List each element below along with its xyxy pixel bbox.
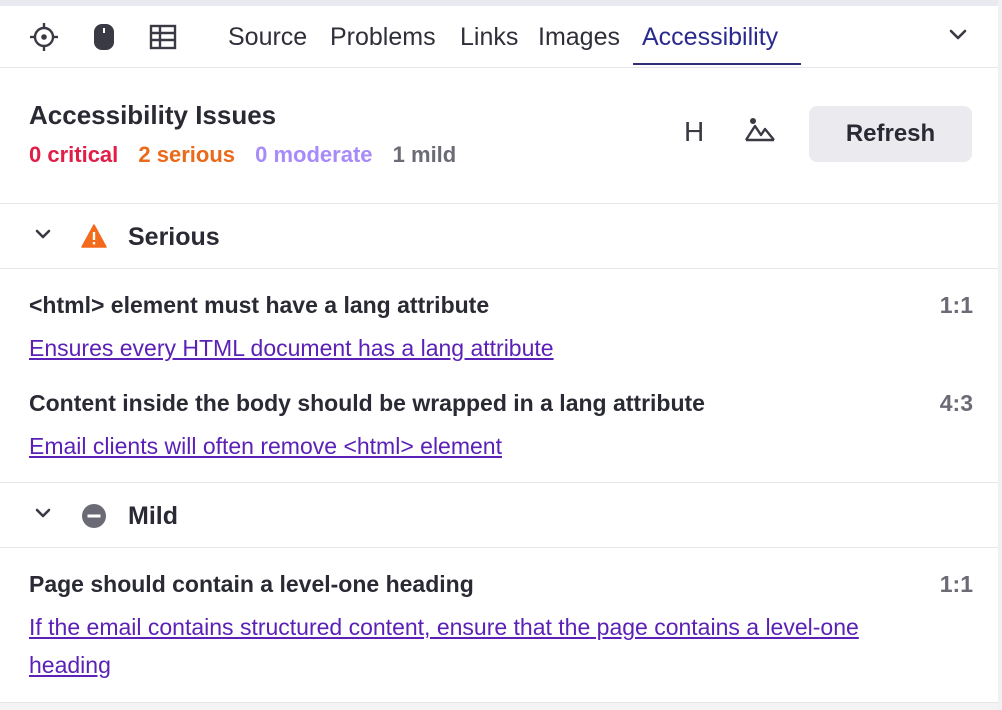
- crosshair-icon[interactable]: [28, 21, 60, 53]
- warning-icon: [81, 224, 107, 253]
- group-header-serious[interactable]: Serious: [0, 204, 998, 269]
- minus-circle-icon: [81, 503, 107, 534]
- group-label-mild: Mild: [128, 502, 178, 530]
- table-icon[interactable]: [147, 21, 179, 53]
- chevron-down-icon[interactable]: [948, 28, 968, 47]
- tab-images[interactable]: Images: [538, 19, 620, 61]
- issues-header: Accessibility Issues 0 critical 2 seriou…: [0, 68, 998, 204]
- tab-accessibility[interactable]: Accessibility: [642, 19, 778, 61]
- issue-location[interactable]: 1:1: [940, 292, 973, 319]
- bottom-edge: [0, 702, 1002, 710]
- issue-item: Content inside the body should be wrappe…: [29, 390, 973, 465]
- issue-help-link[interactable]: Ensures every HTML document has a lang a…: [29, 329, 939, 367]
- issue-help-link[interactable]: Email clients will often remove <html> e…: [29, 427, 939, 465]
- tab-links[interactable]: Links: [460, 19, 518, 61]
- moderate-count: 0 moderate: [255, 142, 373, 167]
- active-tab-indicator: [633, 63, 801, 65]
- refresh-button[interactable]: Refresh: [809, 106, 972, 162]
- heading-toggle-button[interactable]: H: [684, 116, 704, 148]
- issue-text: Content inside the body should be wrappe…: [29, 390, 705, 416]
- panel-tabbar: Source Problems Links Images Accessibili…: [0, 6, 998, 68]
- group-label-serious: Serious: [128, 223, 220, 251]
- panel-right-edge: [998, 0, 1002, 710]
- critical-count: 0 critical: [29, 142, 119, 167]
- issue-counts: 0 critical 2 serious 0 moderate 1 mild: [29, 142, 470, 168]
- group-header-mild[interactable]: Mild: [0, 483, 998, 548]
- issue-text: <html> element must have a lang attribut…: [29, 292, 490, 318]
- issue-location[interactable]: 1:1: [940, 571, 973, 598]
- chevron-down-icon[interactable]: [34, 228, 52, 247]
- issue-item: Page should contain a level-one heading …: [29, 571, 973, 684]
- page-title: Accessibility Issues: [29, 100, 277, 130]
- issue-text: Page should contain a level-one heading: [29, 571, 474, 597]
- tab-problems[interactable]: Problems: [330, 19, 436, 61]
- serious-count: 2 serious: [138, 142, 236, 167]
- issue-help-link[interactable]: If the email contains structured content…: [29, 608, 939, 684]
- image-icon[interactable]: [744, 116, 776, 149]
- tab-source[interactable]: Source: [228, 19, 307, 61]
- mild-count: 1 mild: [392, 142, 457, 167]
- issue-item: <html> element must have a lang attribut…: [29, 292, 973, 367]
- issue-location[interactable]: 4:3: [940, 390, 973, 417]
- chevron-down-icon[interactable]: [34, 507, 52, 526]
- mouse-icon[interactable]: [88, 21, 120, 53]
